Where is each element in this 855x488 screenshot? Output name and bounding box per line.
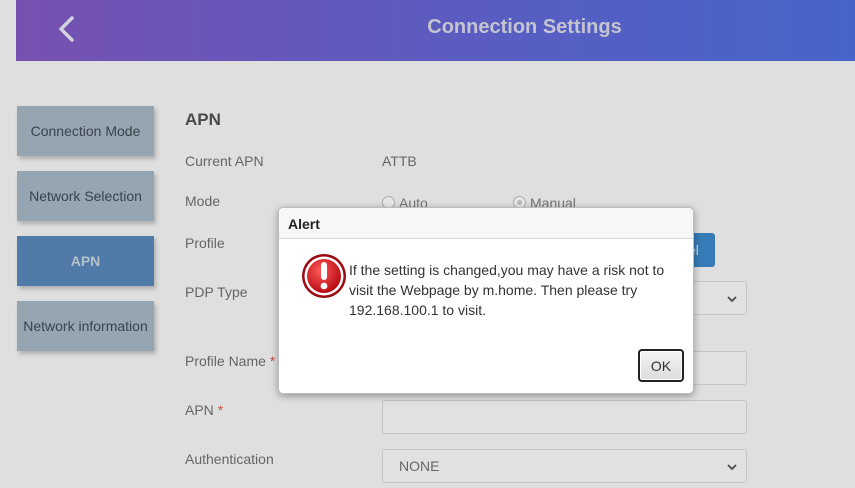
warning-icon [302,254,346,298]
dialog-message: If the setting is changed,you may have a… [349,262,665,318]
alert-dialog: Alert If the setting is changed,you may … [278,207,694,394]
dialog-title: Alert [279,208,693,239]
ok-button[interactable]: OK [638,349,684,382]
